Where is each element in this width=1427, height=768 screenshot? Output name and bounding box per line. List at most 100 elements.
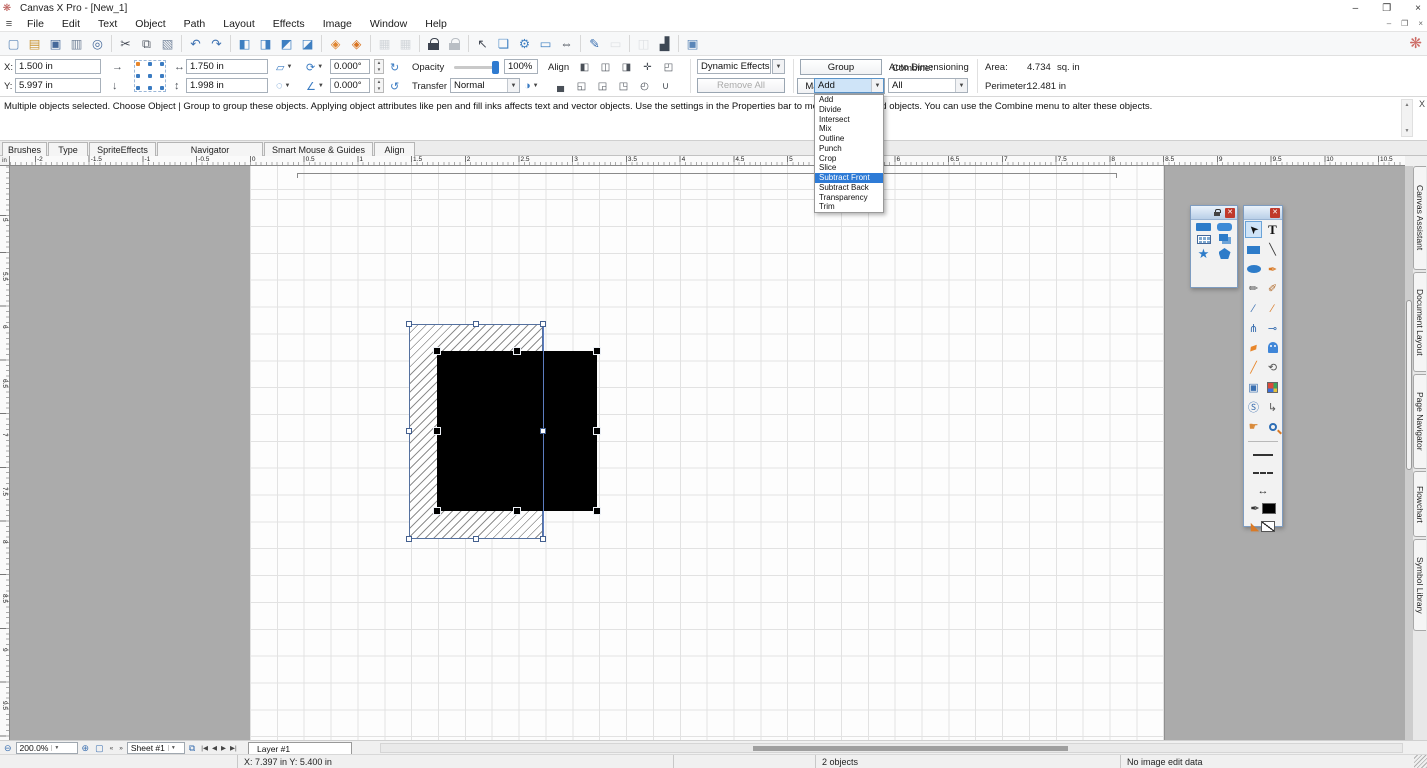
zoom-tool-icon[interactable] [1264, 418, 1281, 435]
align-right-icon[interactable]: ◨ [616, 60, 637, 75]
anchor-dot[interactable] [160, 74, 164, 78]
redo-icon[interactable]: ↷ [206, 34, 227, 54]
selection-handle[interactable] [540, 321, 546, 327]
selection-handle[interactable] [514, 348, 520, 354]
align-left-icon[interactable]: ◧ [574, 60, 595, 75]
selection-handle[interactable] [540, 536, 546, 542]
combine-option-divide[interactable]: Divide [815, 105, 883, 115]
rounded-rectangle-shape-icon[interactable] [1217, 223, 1232, 231]
horizontal-scrollbar-thumb[interactable] [753, 746, 1068, 751]
skew-spinner[interactable]: ▲▼ [374, 78, 384, 93]
nav-nextfirst[interactable]: ▶| [228, 744, 239, 752]
rotate-icon[interactable]: ⟳ [306, 61, 315, 74]
skew-input[interactable]: 0.000° [330, 78, 370, 93]
combine-option-outline[interactable]: Outline [815, 134, 883, 144]
info-scrollbar[interactable]: ▲ ▼ [1401, 99, 1413, 137]
menu-image[interactable]: Image [314, 18, 361, 30]
connector-tool-icon[interactable]: ⊸ [1264, 320, 1281, 337]
paste-icon[interactable]: ▧ [157, 34, 178, 54]
sprite-effects-icon[interactable]: ⚙ [514, 34, 535, 54]
polygon-shape-icon[interactable] [1219, 248, 1231, 259]
menu-file[interactable]: File [18, 18, 53, 30]
previous-sheet-icon[interactable]: « [108, 745, 116, 752]
distribute-h-icon[interactable]: ◰ [658, 60, 679, 75]
menu-object[interactable]: Object [126, 18, 174, 30]
cube-3d-icon[interactable]: ▣ [682, 34, 703, 54]
close-icon[interactable]: ✕ [1225, 208, 1235, 218]
resize-grip[interactable] [1414, 755, 1427, 768]
rectangle-tool-icon[interactable] [1245, 241, 1262, 258]
screen-options-icon[interactable]: ▭ [535, 34, 556, 54]
fill-ink[interactable]: ◣ [1244, 518, 1282, 536]
black-rectangle-object[interactable] [437, 351, 597, 511]
pen-tool-icon[interactable]: ✒ [1264, 261, 1281, 278]
anchor-dot[interactable] [148, 62, 152, 66]
line-tool-icon[interactable]: ╲ [1264, 241, 1281, 258]
zoom-in-icon[interactable]: ⊕ [80, 743, 92, 754]
shapes-palette-titlebar[interactable]: ✕ [1191, 206, 1237, 220]
print-icon[interactable]: ▥ [66, 34, 87, 54]
grid-shape-icon[interactable] [1197, 235, 1211, 244]
opacity-value[interactable]: 100% [504, 59, 538, 74]
selection-handle[interactable] [594, 508, 600, 514]
duplicate-page-icon[interactable]: ⧉ [187, 743, 197, 754]
vertical-ruler[interactable]: 55.566.577.588.599.5 [0, 166, 10, 740]
stroke-style[interactable] [1244, 446, 1282, 464]
bring-forward-icon[interactable]: ◈ [325, 34, 346, 54]
anchor-dot[interactable] [136, 62, 140, 66]
eyedropper-tool-icon[interactable]: ∕ [1245, 300, 1262, 317]
arrowhead-style[interactable]: ↔ [1244, 482, 1282, 500]
dynamic-effects-combo[interactable]: Dynamic Effects [697, 59, 771, 74]
side-tab-page-navigator[interactable]: Page Navigator [1413, 374, 1426, 469]
smart-mouse-icon[interactable]: ↖ [472, 34, 493, 54]
selection-handle[interactable] [473, 321, 479, 327]
align-bottom-icon[interactable]: ▄ [550, 79, 571, 94]
selection-handle[interactable] [434, 348, 440, 354]
anchor-dot[interactable] [160, 62, 164, 66]
dash-style[interactable] [1244, 464, 1282, 482]
combine-option-subtract-back[interactable]: Subtract Back [815, 183, 883, 193]
image-tool-icon[interactable]: ▣ [1245, 379, 1262, 396]
minimize-button[interactable]: – [1353, 3, 1359, 14]
close-icon[interactable]: ✕ [1270, 208, 1280, 218]
distribute-v-icon[interactable]: ◴ [634, 79, 655, 94]
transfer-combo[interactable]: Normal▼ [450, 78, 520, 93]
side-tab-symbol-library[interactable]: Symbol Library [1413, 539, 1426, 631]
palette-tab-navigator[interactable]: Navigator [157, 142, 263, 156]
combine-option-crop[interactable]: Crop [815, 154, 883, 164]
align-center-h-icon[interactable]: ◫ [595, 60, 616, 75]
new-document-icon[interactable]: ▢ [3, 34, 24, 54]
print-preview-icon[interactable]: ◎ [87, 34, 108, 54]
side-tab-canvas-assistant[interactable]: Canvas Assistant [1413, 166, 1426, 270]
align-center-point-icon[interactable]: ✛ [637, 60, 658, 75]
highlighter-tool-icon[interactable]: ▰ [1245, 339, 1262, 356]
y-input[interactable]: 5.997 in [15, 78, 101, 93]
selection-handle[interactable] [434, 428, 440, 434]
step-path-tool-icon[interactable]: ↳ [1264, 399, 1281, 416]
nav-firstprev[interactable]: |◀ [199, 744, 210, 752]
selection-handle[interactable] [406, 321, 412, 327]
marquee-tool-icon[interactable]: ✏ [1245, 280, 1262, 297]
space-left-icon[interactable]: ◱ [571, 79, 592, 94]
hand-tool-icon[interactable]: ☛ [1245, 418, 1262, 435]
combine-option-slice[interactable]: Slice [815, 163, 883, 173]
open-icon[interactable]: ▤ [24, 34, 45, 54]
annotation-icon[interactable]: ✎ [584, 34, 605, 54]
dynamic-effects-dropdown-button[interactable]: ▼ [772, 59, 785, 74]
height-input[interactable]: 1.998 in [186, 78, 268, 93]
width-input[interactable]: 1.750 in [186, 59, 268, 74]
menu-help[interactable]: Help [416, 18, 456, 30]
lasso-tool-icon[interactable]: ⟲ [1264, 359, 1281, 376]
data-view-icon[interactable]: ◫ [633, 34, 654, 54]
menu-effects[interactable]: Effects [264, 18, 314, 30]
flip-icon[interactable]: ↺ [390, 78, 399, 94]
selection-handle[interactable] [594, 428, 600, 434]
side-tab-flowchart[interactable]: Flowchart [1413, 471, 1426, 537]
rotate-spinner[interactable]: ▲▼ [374, 59, 384, 74]
document-page[interactable] [250, 166, 1165, 740]
anchor-dot[interactable] [136, 74, 140, 78]
presentation-icon[interactable]: ▭ [605, 34, 626, 54]
zoom-level-combo[interactable]: 200.0%▼ [16, 742, 78, 754]
opacity-slider-handle[interactable] [492, 61, 499, 74]
nav-next[interactable]: ▶ [219, 744, 228, 752]
